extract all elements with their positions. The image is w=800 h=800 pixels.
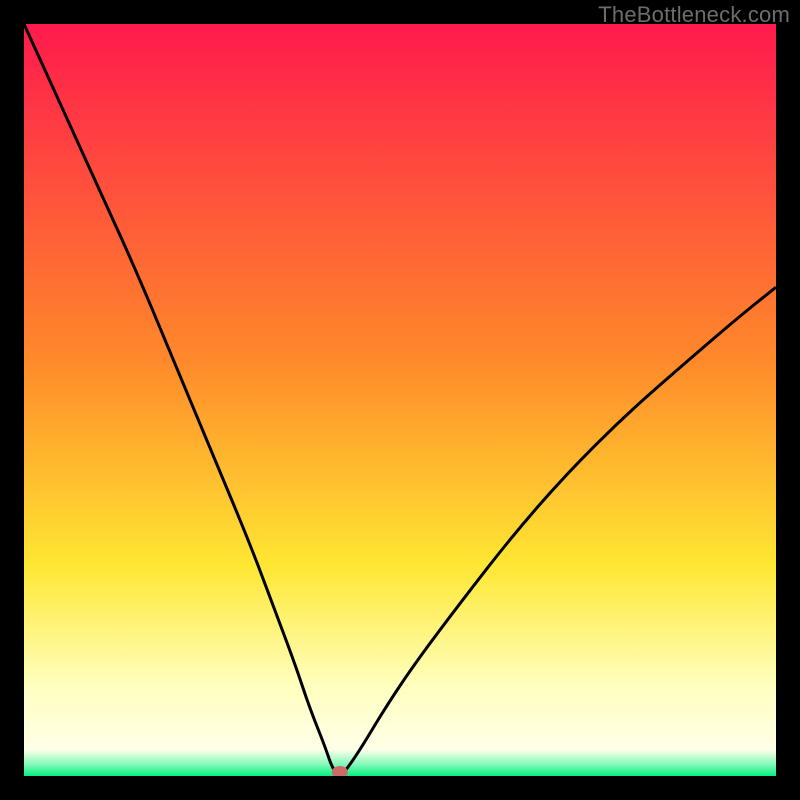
chart-frame: TheBottleneck.com [0, 0, 800, 800]
chart-svg [24, 24, 776, 776]
chart-plot-area [24, 24, 776, 776]
chart-background-gradient [24, 24, 776, 776]
